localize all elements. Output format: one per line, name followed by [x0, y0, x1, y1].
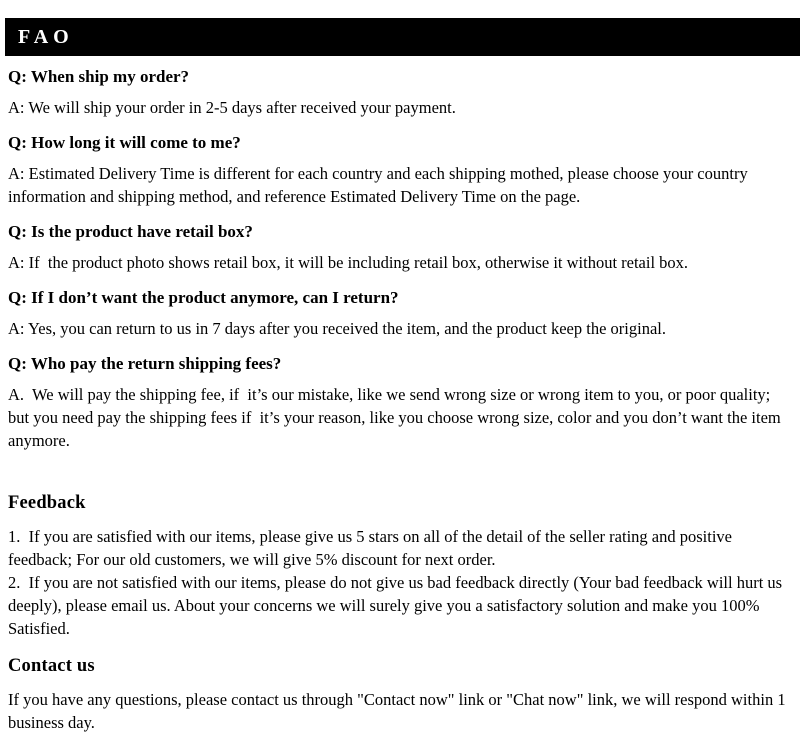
faq-answer: A: We will ship your order in 2-5 days a… [8, 98, 456, 117]
feedback-item-2: 2. If you are not satisfied with our ite… [8, 573, 787, 638]
faq-answer: A: Estimated Delivery Time is different … [8, 164, 752, 206]
contact-heading: Contact us [8, 656, 95, 676]
faq-page: FAO Q: When ship my order? A: We will sh… [0, 0, 800, 732]
faq-item: Q: If I don’t want the product anymore, … [8, 287, 792, 340]
feedback-heading: Feedback [8, 493, 86, 513]
faq-item: Q: When ship my order? A: We will ship y… [8, 66, 792, 119]
faq-question: Q: Is the product have retail box? [8, 222, 253, 241]
faq-item: Q: Who pay the return shipping fees? A. … [8, 353, 792, 452]
feedback-section: Feedback 1. If you are satisfied with ou… [8, 491, 792, 640]
faq-content: Q: When ship my order? A: We will ship y… [8, 66, 792, 734]
contact-body: If you have any questions, please contac… [8, 690, 790, 732]
faq-answer: A: Yes, you can return to us in 7 days a… [8, 319, 666, 338]
faq-item: Q: How long it will come to me? A: Estim… [8, 132, 792, 208]
contact-section: Contact us If you have any questions, pl… [8, 654, 792, 734]
faq-answer: A: If the product photo shows retail box… [8, 253, 689, 272]
faq-question: Q: If I don’t want the product anymore, … [8, 288, 399, 307]
faq-question: Q: How long it will come to me? [8, 133, 241, 152]
faq-item: Q: Is the product have retail box? A: If… [8, 221, 792, 274]
faq-question: Q: Who pay the return shipping fees? [8, 354, 282, 373]
feedback-item-1: 1. If you are satisfied with our items, … [8, 527, 737, 569]
page-title: FAO [18, 26, 74, 48]
faq-title-bar: FAO [5, 18, 800, 56]
faq-question: Q: When ship my order? [8, 67, 190, 86]
faq-answer: A. We will pay the shipping fee, if it’s… [8, 385, 785, 450]
